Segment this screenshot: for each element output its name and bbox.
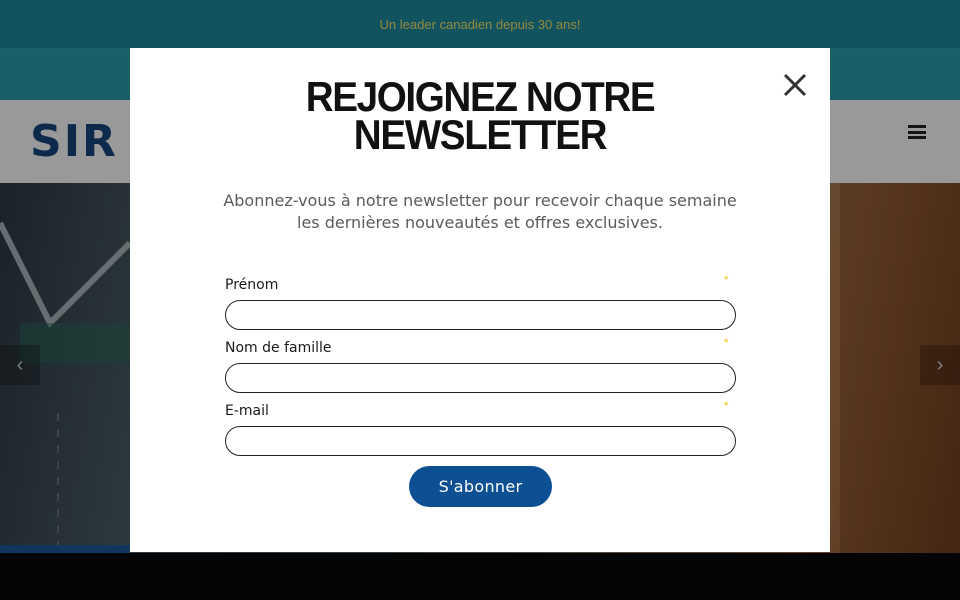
newsletter-description: Abonnez-vous à notre newsletter pour rec…: [223, 191, 737, 232]
first-name-label: Prénom: [225, 277, 279, 293]
last-name-field[interactable]: [225, 363, 736, 393]
email-field[interactable]: [225, 426, 736, 456]
email-required-mark: *: [724, 400, 729, 412]
newsletter-title-line2: NEWSLETTER: [353, 111, 608, 158]
last-name-label: Nom de famille: [225, 340, 332, 356]
last-name-required-mark: *: [724, 337, 729, 349]
first-name-field[interactable]: [225, 300, 736, 330]
first-name-required-mark: *: [724, 274, 729, 286]
newsletter-modal: REJOIGNEZ NOTRE NEWSLETTER Abonnez-vous …: [130, 48, 830, 552]
subscribe-button[interactable]: S'abonner: [409, 466, 552, 507]
email-label: E-mail: [225, 403, 269, 419]
newsletter-title: REJOIGNEZ NOTRE NEWSLETTER: [158, 76, 802, 158]
